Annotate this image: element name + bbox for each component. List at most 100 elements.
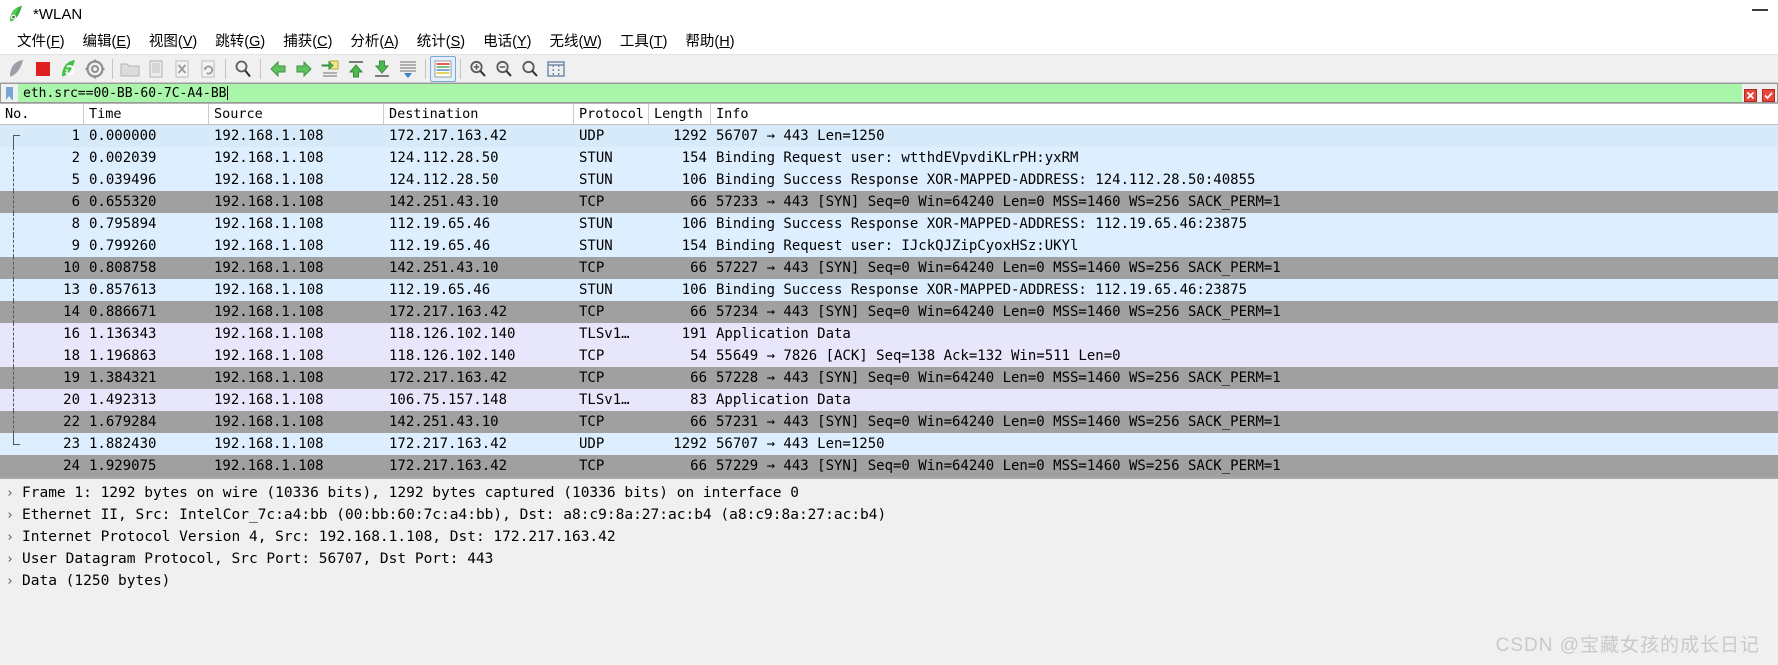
expand-chevron-icon[interactable]: › <box>6 508 22 523</box>
packet-cell-time: 1.136343 <box>84 326 209 342</box>
zoom-reset-icon[interactable] <box>517 56 543 82</box>
packet-row[interactable]: 2 0.002039 192.168.1.108 124.112.28.50 STUN 1… <box>0 147 1778 169</box>
expand-chevron-icon[interactable]: › <box>6 574 22 589</box>
close-file-icon[interactable] <box>169 56 195 82</box>
go-last-packet-icon[interactable] <box>369 56 395 82</box>
reload-file-icon[interactable] <box>195 56 221 82</box>
menu-edit[interactable]: 编辑(E) <box>74 28 140 54</box>
packet-row[interactable]: 10 0.808758 192.168.1.108 142.251.43.10 TCP 6… <box>0 257 1778 279</box>
bookmark-icon[interactable] <box>0 83 18 103</box>
packet-row[interactable]: 16 1.136343 192.168.1.108 118.126.102.140 TL… <box>0 323 1778 345</box>
capture-options-icon[interactable] <box>82 56 108 82</box>
window-title: *WLAN <box>33 5 83 23</box>
zoom-in-icon[interactable] <box>465 56 491 82</box>
menu-file[interactable]: 文件(F) <box>8 28 74 54</box>
packet-cell-info: 57233 → 443 [SYN] Seq=0 Win=64240 Len=0 … <box>711 194 1778 210</box>
go-to-packet-icon[interactable] <box>317 56 343 82</box>
detail-row-frame[interactable]: › Frame 1: 1292 bytes on wire (10336 bits… <box>0 482 1778 504</box>
open-file-icon[interactable] <box>117 56 143 82</box>
packet-list[interactable]: 1 0.000000 192.168.1.108 172.217.163.42 UDP 1… <box>0 125 1778 477</box>
packet-cell-text: 1.196863 <box>89 348 157 364</box>
packet-row[interactable]: 8 0.795894 192.168.1.108 112.19.65.46 STUN 10… <box>0 213 1778 235</box>
menu-item-accel-key: G <box>249 33 261 50</box>
menu-telephony[interactable]: 电话(Y) <box>474 28 540 54</box>
packet-cell-text: TCP <box>579 348 605 364</box>
auto-scroll-icon[interactable] <box>395 56 421 82</box>
packet-cell-text: 0.795894 <box>89 216 157 232</box>
menu-capture[interactable]: 捕获(C) <box>274 28 341 54</box>
start-capture-icon[interactable] <box>4 56 30 82</box>
packet-row[interactable]: 5 0.039496 192.168.1.108 124.112.28.50 STUN 1… <box>0 169 1778 191</box>
packet-cell-text: 192.168.1.108 <box>214 436 324 452</box>
menu-wireless[interactable]: 无线(W) <box>540 28 610 54</box>
column-header-label: Protocol <box>579 106 645 122</box>
menu-help[interactable]: 帮助(H) <box>676 28 743 54</box>
packet-cell-text: 0.002039 <box>89 150 157 166</box>
go-first-packet-icon[interactable] <box>343 56 369 82</box>
detail-row-ethernet[interactable]: › Ethernet II, Src: IntelCor_7c:a4:bb (00… <box>0 504 1778 526</box>
clear-filter-icon[interactable] <box>1744 87 1758 102</box>
packet-cell-time: 1.196863 <box>84 348 209 364</box>
zoom-out-icon[interactable] <box>491 56 517 82</box>
column-header-protocol[interactable]: Protocol <box>574 104 649 124</box>
related-packet-marker <box>8 367 20 389</box>
find-packet-icon[interactable] <box>230 56 256 82</box>
stop-capture-icon[interactable] <box>30 56 56 82</box>
packet-details-pane[interactable]: › Frame 1: 1292 bytes on wire (10336 bits… <box>0 477 1778 665</box>
packet-row[interactable]: 9 0.799260 192.168.1.108 112.19.65.46 STUN 15… <box>0 235 1778 257</box>
resize-columns-icon[interactable] <box>543 56 569 82</box>
menu-item-accel-key: Y <box>516 33 527 50</box>
packet-cell-text: 172.217.163.42 <box>389 436 508 452</box>
packet-cell-text: 142.251.43.10 <box>389 414 499 430</box>
menu-analyze[interactable]: 分析(A) <box>341 28 407 54</box>
detail-row-data[interactable]: › Data (1250 bytes) <box>0 570 1778 592</box>
packet-row[interactable]: 6 0.655320 192.168.1.108 142.251.43.10 TCP 66… <box>0 191 1778 213</box>
detail-row-text: Ethernet II, Src: IntelCor_7c:a4:bb (00:… <box>22 507 887 523</box>
column-header-dest[interactable]: Destination <box>384 104 574 124</box>
minimize-button[interactable] <box>1752 9 1768 11</box>
colorize-packets-icon[interactable] <box>430 55 456 82</box>
packet-row[interactable]: 24 1.929075 192.168.1.108 172.217.163.42 TCP… <box>0 455 1778 477</box>
display-filter-input[interactable]: eth.src==00-BB-60-7C-A4-BB <box>18 83 1742 103</box>
packet-cell-time: 0.886671 <box>84 304 209 320</box>
main-toolbar <box>0 54 1778 83</box>
packet-row[interactable]: 20 1.492313 192.168.1.108 106.75.157.148 TLS… <box>0 389 1778 411</box>
packet-row[interactable]: 13 0.857613 192.168.1.108 112.19.65.46 STUN 1… <box>0 279 1778 301</box>
column-header-time[interactable]: Time <box>84 104 209 124</box>
save-file-icon[interactable] <box>143 56 169 82</box>
packet-cell-text: 1.384321 <box>89 370 157 386</box>
packet-row[interactable]: 1 0.000000 192.168.1.108 172.217.163.42 UDP 1… <box>0 125 1778 147</box>
menu-view[interactable]: 视图(V) <box>140 28 206 54</box>
expand-chevron-icon[interactable]: › <box>6 530 22 545</box>
packet-row[interactable]: 23 1.882430 192.168.1.108 172.217.163.42 UDP… <box>0 433 1778 455</box>
packet-cell-time: 1.882430 <box>84 436 209 452</box>
column-header-info[interactable]: Info <box>711 104 1778 124</box>
menu-statistics[interactable]: 统计(S) <box>408 28 474 54</box>
restart-capture-icon[interactable] <box>56 56 82 82</box>
column-header-source[interactable]: Source <box>209 104 384 124</box>
menu-item-accel-key: V <box>182 33 193 50</box>
expand-chevron-icon[interactable]: › <box>6 552 22 567</box>
column-header-length[interactable]: Length <box>649 104 711 124</box>
packet-cell-text: 6 <box>71 194 80 210</box>
menu-go[interactable]: 跳转(G) <box>206 28 274 54</box>
detail-row-udp[interactable]: › User Datagram Protocol, Src Port: 56707… <box>0 548 1778 570</box>
packet-row[interactable]: 14 0.886671 192.168.1.108 172.217.163.42 TCP… <box>0 301 1778 323</box>
expand-chevron-icon[interactable]: › <box>6 486 22 501</box>
apply-filter-icon[interactable] <box>1761 87 1775 102</box>
go-forward-icon[interactable] <box>291 56 317 82</box>
packet-cell-text: 57231 → 443 [SYN] Seq=0 Win=64240 Len=0 … <box>716 414 1281 430</box>
column-header-no[interactable]: No. <box>0 104 84 124</box>
menu-item-label: 分析 <box>350 33 380 50</box>
detail-row-ipv4[interactable]: › Internet Protocol Version 4, Src: 192.1… <box>0 526 1778 548</box>
packet-row[interactable]: 18 1.196863 192.168.1.108 118.126.102.140 TC… <box>0 345 1778 367</box>
go-back-icon[interactable] <box>265 56 291 82</box>
packet-row[interactable]: 22 1.679284 192.168.1.108 142.251.43.10 TCP 6… <box>0 411 1778 433</box>
menu-item-accel-key: F <box>50 33 60 50</box>
packet-cell-text: 142.251.43.10 <box>389 260 499 276</box>
packet-cell-source: 192.168.1.108 <box>209 414 384 430</box>
packet-row[interactable]: 19 1.384321 192.168.1.108 172.217.163.42 TCP… <box>0 367 1778 389</box>
packet-cell-dest: 106.75.157.148 <box>384 392 574 408</box>
packet-cell-dest: 112.19.65.46 <box>384 238 574 254</box>
menu-tools[interactable]: 工具(T) <box>611 28 677 54</box>
